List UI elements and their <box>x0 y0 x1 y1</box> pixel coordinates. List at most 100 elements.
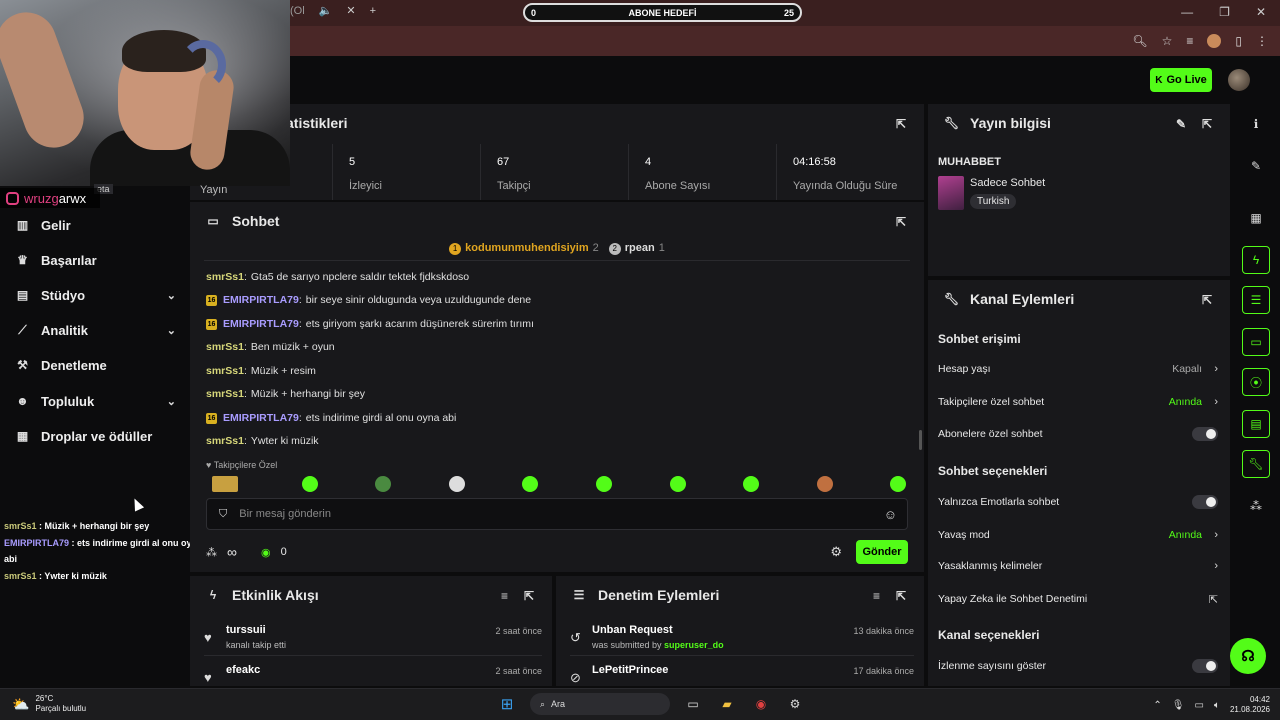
chat-scrollbar[interactable] <box>919 430 922 450</box>
sidebar-item-droplar[interactable]: ▦ Droplar ve ödüller <box>16 424 176 448</box>
maximize-icon[interactable]: ❐ <box>1219 5 1230 19</box>
go-live-button[interactable]: K Go Live <box>1150 68 1212 92</box>
pencil-icon[interactable]: ✎ <box>1242 152 1270 180</box>
sidebar-item-basarilar[interactable]: ♛ Başarılar <box>16 248 176 272</box>
extension-icon[interactable] <box>1207 34 1222 48</box>
chat-username[interactable]: smrSs1 <box>206 435 244 447</box>
event-row[interactable]: ♥ turssuii kanalı takip etti 2 saat önce <box>204 620 542 656</box>
filter-icon[interactable]: ≡ <box>501 589 508 603</box>
chat-username[interactable]: EMIRPIRTLA79 <box>223 412 299 424</box>
language-tag[interactable]: Turkish <box>970 194 1017 209</box>
subscriber-badge-icon: 16 <box>206 318 217 330</box>
speaker-icon[interactable]: 🔈 <box>319 4 333 17</box>
gifter-entry[interactable]: 1 kodumunmuhendisiyim 2 <box>449 242 599 260</box>
app-icon[interactable]: ⚙ <box>784 693 806 715</box>
emote[interactable] <box>670 476 686 492</box>
minimize-icon[interactable]: — <box>1181 5 1193 19</box>
new-tab-icon[interactable]: + <box>370 5 376 17</box>
moderation-row[interactable]: ↺ Unban Request was submitted by superus… <box>570 620 914 656</box>
weather-cloud-icon: ⛅ <box>12 695 30 712</box>
list-icon[interactable]: ☰ <box>1242 286 1270 314</box>
filter-icon[interactable]: ≡ <box>873 589 880 603</box>
emote[interactable] <box>302 476 318 492</box>
file-explorer-icon[interactable]: ▰ <box>716 693 738 715</box>
close-window-icon[interactable]: ✕ <box>1256 5 1266 19</box>
emote[interactable] <box>449 476 465 492</box>
info-icon[interactable]: ℹ <box>1242 110 1270 138</box>
setting-account-age[interactable]: Hesap yaşı Kapalı › <box>938 360 1218 378</box>
taskbar-search[interactable]: ⌕ Ara <box>530 693 670 715</box>
send-button[interactable]: Gönder <box>856 540 908 564</box>
emote[interactable] <box>522 476 538 492</box>
chevron-down-icon[interactable]: ⌄ <box>167 324 176 337</box>
channel-points-icon[interactable]: ⁂ <box>206 546 217 559</box>
emoji-icon[interactable]: ☺ <box>884 507 897 522</box>
gifter-entry[interactable]: 2 rpean 1 <box>608 242 665 260</box>
setting-ai-moderation[interactable]: Yapay Zeka ile Sohbet Denetimi ⇱ <box>938 590 1218 608</box>
sidebar-item-analitik[interactable]: ⟋ Analitik ⌄ <box>16 318 176 342</box>
zoom-icon[interactable]: 🔍︎ <box>1132 34 1147 48</box>
popout-icon[interactable]: ⇱ <box>524 589 534 603</box>
setting-followers-chat[interactable]: Takipçilere özel sohbet Anında › <box>938 393 1218 411</box>
broadcast-icon[interactable]: ⦿ <box>1242 368 1270 396</box>
lightning-icon[interactable]: ϟ <box>1242 246 1270 274</box>
chat-input[interactable]: ⛉ Bir mesaj gönderin ☺ <box>206 498 908 530</box>
emote[interactable] <box>817 476 833 492</box>
popout-icon[interactable]: ⇱ <box>1202 293 1212 307</box>
stats-icon[interactable]: ▦ <box>1242 204 1270 232</box>
pencil-icon[interactable]: ✎ <box>1176 117 1186 131</box>
menu-dots-icon[interactable]: ⋮ <box>1256 34 1268 48</box>
layout-icon[interactable]: ▤ <box>1242 410 1270 438</box>
chevron-down-icon[interactable]: ⌄ <box>167 395 176 408</box>
windows-start-icon[interactable]: ⊞ <box>496 693 518 715</box>
subs-chat-toggle[interactable] <box>1192 427 1218 441</box>
user-avatar[interactable] <box>1228 69 1250 91</box>
emote-only-toggle[interactable] <box>1192 495 1218 509</box>
popout-icon[interactable]: ⇱ <box>896 589 906 603</box>
sidebar-item-denetleme[interactable]: ⚒ Denetleme <box>16 353 176 377</box>
category-thumbnail[interactable] <box>938 176 964 210</box>
points-icon[interactable]: ⁂ <box>1242 492 1270 520</box>
list-icon: ☰ <box>573 588 585 602</box>
emote[interactable] <box>743 476 759 492</box>
popout-icon[interactable]: ⇱ <box>1202 117 1212 131</box>
emote[interactable] <box>375 476 391 492</box>
chat-username[interactable]: smrSs1 <box>206 341 244 353</box>
chat-icon[interactable]: ▭ <box>1242 328 1270 356</box>
gear-icon[interactable]: ⚙ <box>830 544 842 560</box>
profile-icon[interactable]: ▯ <box>1235 34 1242 48</box>
chevron-down-icon[interactable]: ⌄ <box>167 289 176 302</box>
chat-username[interactable]: EMIRPIRTLA79 <box>223 294 299 306</box>
bookmark-star-icon[interactable]: ☆ <box>1162 34 1173 48</box>
mic-icon[interactable]: 🎙︎ <box>1172 700 1185 711</box>
playlist-icon[interactable]: ≡ <box>1186 34 1193 48</box>
chat-username[interactable]: smrSs1 <box>206 271 244 283</box>
chrome-icon[interactable]: ◉ <box>750 693 772 715</box>
support-chat-button[interactable]: ☊ <box>1230 638 1266 674</box>
sidebar-item-studyo[interactable]: ▤ Stüdyo ⌄ <box>16 283 176 307</box>
sidebar-item-gelir[interactable]: ▥ Gelir <box>16 213 176 237</box>
chat-username[interactable]: smrSs1 <box>206 388 244 400</box>
stream-category[interactable]: Sadece Sohbet <box>970 177 1045 189</box>
show-viewers-toggle[interactable] <box>1192 659 1218 673</box>
chat-username[interactable]: EMIRPIRTLA79 <box>223 318 299 330</box>
chat-username[interactable]: smrSs1 <box>206 365 244 377</box>
network-icon[interactable]: ▭ <box>1195 700 1204 711</box>
emote[interactable] <box>212 476 238 492</box>
setting-slow-mode[interactable]: Yavaş mod Anında › <box>938 526 1218 544</box>
sidebar-item-topluluk[interactable]: ☻ Topluluk ⌄ <box>16 389 176 413</box>
popout-icon[interactable]: ⇱ <box>896 117 906 131</box>
weather-widget[interactable]: ⛅ 26°C Parçalı bulutlu <box>12 694 86 714</box>
setting-banned-words[interactable]: Yasaklanmış kelimeler › <box>938 557 1218 575</box>
chevron-up-icon[interactable]: ⌃ <box>1153 700 1161 711</box>
close-tab-icon[interactable]: ✕ <box>346 4 355 17</box>
emote[interactable] <box>596 476 612 492</box>
task-view-icon[interactable]: ▭ <box>682 693 704 715</box>
volume-icon[interactable]: 🔈︎ <box>1214 700 1220 711</box>
wrench-icon: 🔧︎ <box>944 116 960 130</box>
tab-title-fragment[interactable]: (Ol <box>290 5 305 17</box>
wrench-icon[interactable]: 🔧︎ <box>1242 450 1270 478</box>
emote[interactable] <box>890 476 906 492</box>
popout-icon[interactable]: ⇱ <box>896 215 906 229</box>
clock[interactable]: 04:42 21.08.2026 <box>1230 695 1270 715</box>
